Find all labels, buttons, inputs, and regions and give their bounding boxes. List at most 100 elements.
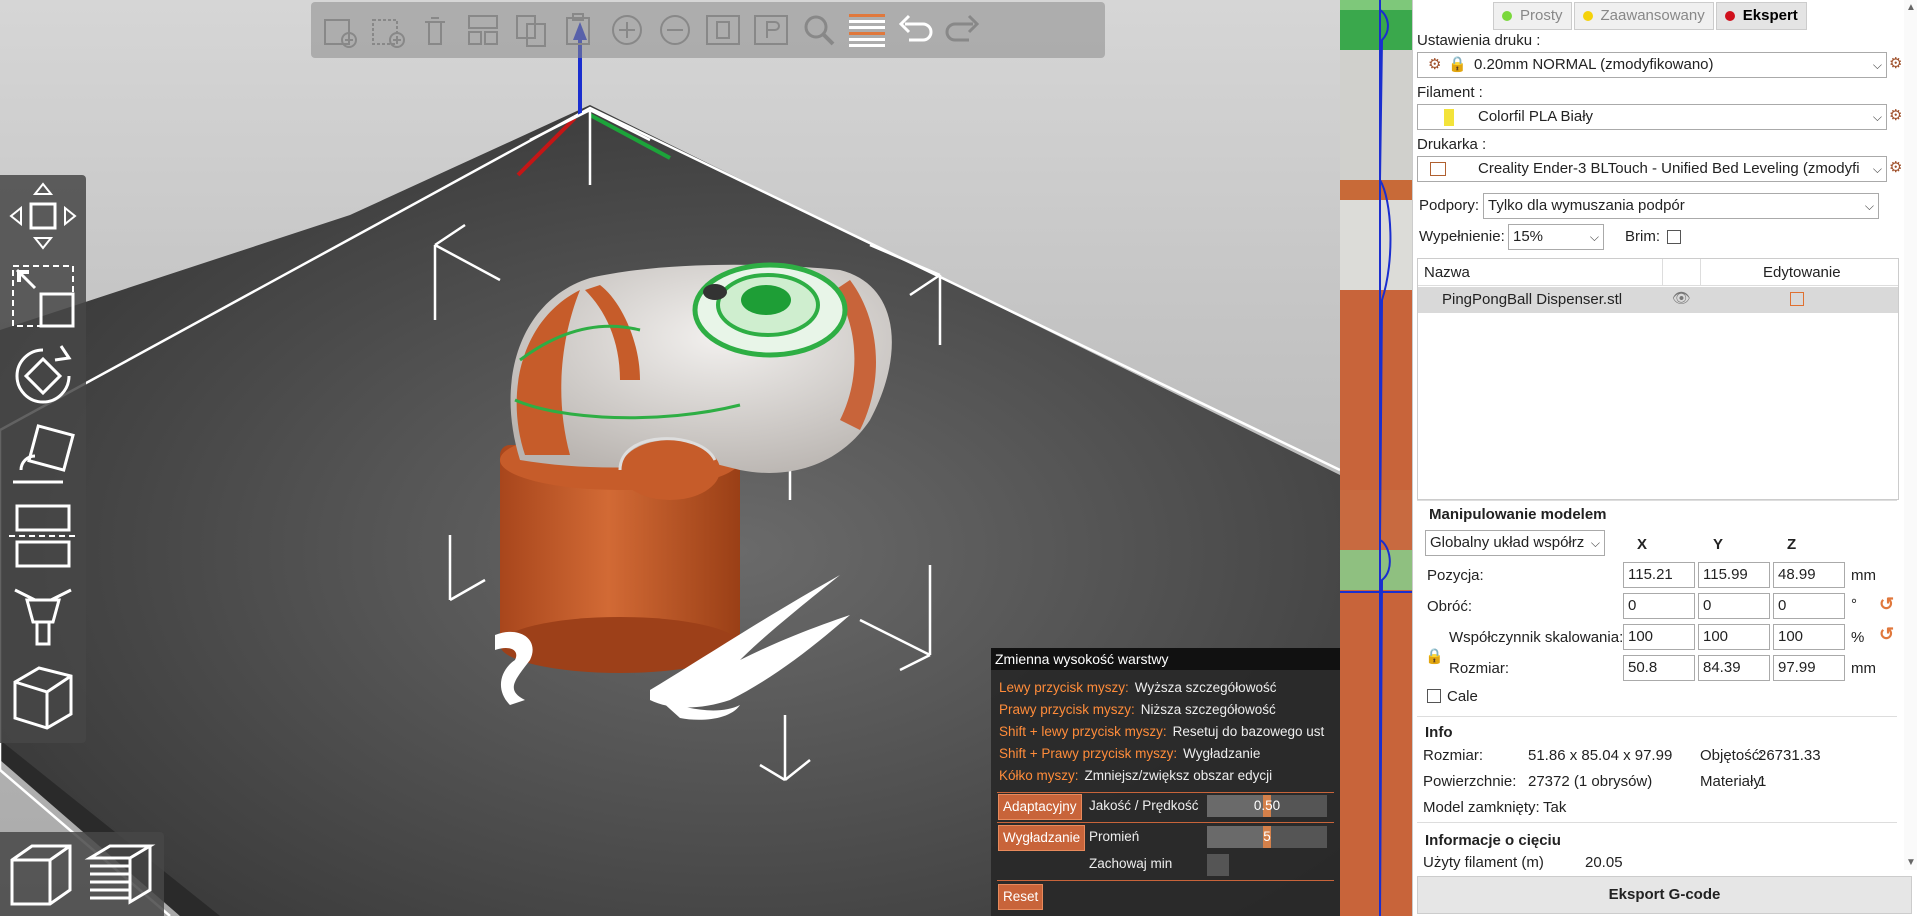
- list-item[interactable]: PingPongBall Dispenser.stl 👁: [1418, 287, 1898, 313]
- rotation-y-input[interactable]: 0: [1698, 593, 1770, 619]
- layer-height-profile[interactable]: [1340, 0, 1412, 917]
- filament-label: Filament :: [1417, 84, 1483, 101]
- inches-checkbox[interactable]: [1427, 689, 1441, 703]
- scrollbar[interactable]: ▲ ▼: [1904, 0, 1917, 870]
- cube-icon[interactable]: [6, 659, 80, 733]
- quality-value: 0.50: [1253, 798, 1281, 813]
- info-surface-value: 27372 (1 obrysów): [1528, 773, 1653, 790]
- reset-button[interactable]: Reset: [998, 884, 1044, 910]
- view-toggle-bar: [0, 832, 164, 916]
- coord-system-select[interactable]: Globalny układ współrz ⌵: [1425, 530, 1605, 556]
- size-x-input[interactable]: 50.8: [1623, 655, 1695, 681]
- chevron-down-icon: ⌵: [1589, 230, 1599, 244]
- variable-layer-height-icon[interactable]: [845, 8, 889, 52]
- vlh-hint: Shift + Prawy przycisk myszy: Wygładzanie: [999, 746, 1261, 761]
- rotation-x-input[interactable]: 0: [1623, 593, 1695, 619]
- reset-rotation-icon[interactable]: ↺: [1879, 594, 1894, 615]
- object-name: PingPongBall Dispenser.stl: [1442, 291, 1623, 308]
- move-icon[interactable]: [6, 179, 80, 253]
- info-materials-value: 1: [1758, 773, 1767, 790]
- info-surface-label: Powierzchnie:: [1423, 773, 1517, 790]
- quality-label: Jakość / Prędkość: [1089, 798, 1199, 813]
- mode-tabs: Prosty Zaawansowany Ekspert: [1493, 2, 1807, 30]
- printer-gear-icon[interactable]: ⚙: [1889, 158, 1902, 176]
- chevron-down-icon: ⌵: [1864, 199, 1874, 213]
- rotation-z-input[interactable]: 0: [1773, 593, 1845, 619]
- radius-slider[interactable]: 5: [1207, 826, 1327, 848]
- split-objects-icon[interactable]: [701, 8, 745, 52]
- rotate-icon[interactable]: [6, 339, 80, 413]
- keep-min-checkbox[interactable]: [1207, 854, 1229, 876]
- printer-select[interactable]: Creality Ender-3 BLTouch - Unified Bed L…: [1417, 156, 1887, 182]
- position-z-input[interactable]: 48.99: [1773, 562, 1845, 588]
- top-toolbar: [311, 2, 1105, 58]
- rotation-unit: °: [1851, 596, 1857, 613]
- 3d-view-icon[interactable]: [6, 838, 78, 910]
- export-gcode-button[interactable]: Eksport G-code: [1417, 876, 1912, 914]
- cut-icon[interactable]: [6, 499, 80, 573]
- eye-icon[interactable]: 👁: [1672, 289, 1691, 307]
- infill-select[interactable]: 15% ⌵: [1508, 224, 1604, 250]
- vlh-title: Zmienna wysokość warstwy: [991, 648, 1340, 670]
- support-paint-icon[interactable]: [6, 579, 80, 653]
- size-unit: mm: [1851, 660, 1876, 677]
- settings-gear-icon[interactable]: ⚙: [1889, 54, 1902, 72]
- size-y-input[interactable]: 84.39: [1698, 655, 1770, 681]
- tab-expert[interactable]: Ekspert: [1715, 2, 1807, 30]
- supports-select[interactable]: Tylko dla wymuszania podpór ⌵: [1483, 193, 1879, 219]
- redo-icon[interactable]: [941, 8, 985, 52]
- slice-info-title: Informacje o cięciu: [1425, 832, 1561, 849]
- filament-gear-icon[interactable]: ⚙: [1889, 106, 1902, 124]
- delete-object-icon[interactable]: [365, 8, 409, 52]
- object-list: Nazwa Edytowanie PingPongBall Dispenser.…: [1417, 258, 1899, 500]
- radius-label: Promień: [1089, 829, 1140, 844]
- position-label: Pozycja:: [1427, 567, 1484, 584]
- delete-all-icon[interactable]: [413, 8, 457, 52]
- brim-checkbox[interactable]: [1667, 230, 1681, 244]
- place-on-face-icon[interactable]: [6, 419, 80, 493]
- gear-icon: ⚙: [1428, 56, 1442, 73]
- scale-x-input[interactable]: 100: [1623, 624, 1695, 650]
- print-settings-select[interactable]: ⚙ 🔒 0.20mm NORMAL (zmodyfikowano) ⌵: [1417, 52, 1887, 78]
- chevron-down-icon: ⌵: [1872, 110, 1882, 124]
- brim-label: Brim:: [1625, 228, 1660, 245]
- size-z-input[interactable]: 97.99: [1773, 655, 1845, 681]
- filament-select[interactable]: Colorfil PLA Biały ⌵: [1417, 104, 1887, 130]
- paste-icon[interactable]: [557, 8, 601, 52]
- 3d-viewport[interactable]: Zmienna wysokość warstwy Lewy przycisk m…: [0, 0, 1340, 916]
- filament-used-label: Użyty filament (m): [1423, 854, 1544, 871]
- add-object-icon[interactable]: [317, 8, 361, 52]
- layer-height-bar[interactable]: [1340, 0, 1412, 917]
- add-instance-icon[interactable]: [605, 8, 649, 52]
- col-edit-header[interactable]: Edytowanie: [1763, 264, 1841, 281]
- preview-layers-icon[interactable]: [84, 838, 156, 910]
- info-volume-value: 26731.33: [1758, 747, 1821, 764]
- lock-scale-icon[interactable]: 🔒: [1425, 647, 1444, 665]
- infill-label: Wypełnienie:: [1419, 228, 1505, 245]
- position-x-input[interactable]: 115.21: [1623, 562, 1695, 588]
- adaptive-button[interactable]: Adaptacyjny: [998, 794, 1082, 820]
- col-name-header[interactable]: Nazwa: [1424, 264, 1470, 281]
- remove-instance-icon[interactable]: [653, 8, 697, 52]
- scroll-up-icon: ▲: [1906, 2, 1916, 13]
- undo-icon[interactable]: [893, 8, 937, 52]
- reset-scale-icon[interactable]: ↺: [1879, 624, 1894, 645]
- quality-slider[interactable]: 0.50: [1207, 795, 1327, 817]
- search-icon[interactable]: [797, 8, 841, 52]
- smoothing-button[interactable]: Wygładzanie: [998, 825, 1086, 851]
- inches-label: Cale: [1447, 688, 1478, 705]
- split-parts-icon[interactable]: [749, 8, 793, 52]
- vlh-hint: Prawy przycisk myszy: Niższa szczegółowoś…: [999, 702, 1276, 717]
- scale-icon[interactable]: [6, 259, 80, 333]
- scale-y-input[interactable]: 100: [1698, 624, 1770, 650]
- info-volume-label: Objętość:: [1700, 747, 1764, 764]
- scale-z-input[interactable]: 100: [1773, 624, 1845, 650]
- info-size-value: 51.86 x 85.04 x 97.99: [1528, 747, 1673, 764]
- tab-simple[interactable]: Prosty: [1493, 2, 1572, 30]
- arrange-icon[interactable]: [461, 8, 505, 52]
- copy-icon[interactable]: [509, 8, 553, 52]
- position-unit: mm: [1851, 567, 1876, 584]
- edit-settings-icon[interactable]: [1790, 292, 1804, 306]
- tab-advanced[interactable]: Zaawansowany: [1573, 2, 1714, 30]
- position-y-input[interactable]: 115.99: [1698, 562, 1770, 588]
